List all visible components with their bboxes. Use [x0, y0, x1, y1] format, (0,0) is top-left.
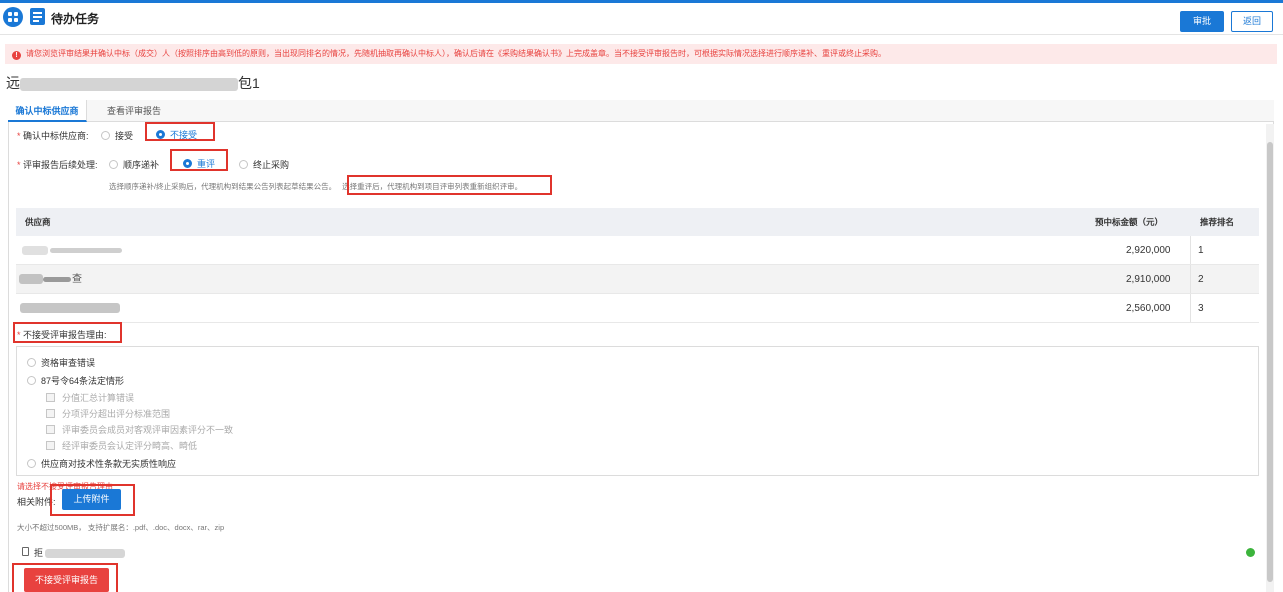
task-list-icon [30, 8, 45, 25]
confirm-supplier-field: * 确认中标供应商: [17, 129, 89, 142]
radio-icon [101, 131, 110, 140]
reason-check-out-of-range[interactable]: 分项评分超出评分标准范围 [46, 407, 170, 420]
radio-terminate[interactable]: 终止采购 [239, 158, 289, 171]
highlight-box [145, 122, 215, 141]
table-row[interactable]: 2,560,000 3 [16, 294, 1259, 323]
project-title-prefix: 远 [6, 75, 20, 91]
supplier-name [20, 294, 120, 323]
reason-label: 87号令64条法定情形 [41, 376, 125, 386]
project-title: 远 包1 [6, 73, 260, 93]
radio-accept-label: 接受 [115, 131, 134, 141]
reason-label: 分值汇总计算错误 [62, 393, 135, 403]
upload-success-icon [1246, 548, 1255, 557]
radio-accept[interactable]: 接受 [101, 129, 133, 142]
tab-review-report[interactable]: 查看评审报告 [107, 100, 161, 122]
back-button[interactable]: 返回 [1231, 11, 1273, 32]
reason-label: 评审委员会成员对客观评审因素评分不一致 [62, 425, 234, 435]
reason-label: 经评审委员会认定评分畸高、畸低 [62, 441, 198, 451]
warning-icon: ! [12, 51, 21, 60]
attachment-file[interactable]: 拒 [34, 546, 126, 559]
checkbox-icon [46, 409, 55, 418]
highlight-box [50, 484, 135, 516]
scrollbar-thumb[interactable] [1267, 142, 1273, 582]
radio-sequential-label: 顺序递补 [123, 160, 160, 170]
radio-sequential[interactable]: 顺序递补 [109, 158, 159, 171]
rank: 3 [1198, 303, 1204, 314]
checkbox-icon [46, 425, 55, 434]
followup-hint-1: 选择顺序递补/终止采购后，代理机构到结果公告列表起草结果公告。 [109, 182, 337, 191]
radio-icon [27, 459, 36, 468]
required-mark: * [17, 131, 21, 141]
rank: 2 [1198, 274, 1204, 285]
radio-icon [239, 160, 248, 169]
tab-confirm-supplier[interactable]: 确认中标供应商 [8, 100, 87, 122]
reason-label: 分项评分超出评分标准范围 [62, 409, 171, 419]
reason-label: 供应商对技术性条款无实质性响应 [41, 459, 177, 469]
bid-amount: 2,920,000 [1126, 245, 1171, 256]
redacted-project-name [20, 77, 238, 91]
table-header: 供应商 预中标金额（元） 推荐排名 [16, 208, 1259, 236]
checkbox-icon [46, 393, 55, 402]
highlight-box [170, 149, 228, 171]
column-header: 预中标金额（元） [1095, 217, 1164, 227]
checkbox-icon [46, 441, 55, 450]
alert-text: 请您浏览评审结果并确认中标（成交）人（按照排序由高到低的原则，当出现同排名的情况… [26, 49, 886, 58]
highlight-box [347, 175, 552, 195]
highlight-box [13, 322, 122, 343]
file-icon [22, 547, 29, 556]
reject-reason-group [16, 346, 1259, 476]
confirm-supplier-label: 确认中标供应商: [23, 131, 89, 141]
column-header: 推荐排名 [1200, 217, 1235, 227]
attachment-hint: 大小不超过500MB， 支持扩展名：.pdf、.doc、docx、rar、zip [17, 523, 225, 532]
radio-terminate-label: 终止采购 [253, 160, 290, 170]
radio-icon [109, 160, 118, 169]
radio-icon [27, 376, 36, 385]
table-row[interactable]: 2,920,000 1 [16, 236, 1259, 265]
tab-bar: 确认中标供应商 查看评审报告 [8, 100, 1274, 122]
highlight-box [12, 563, 118, 592]
followup-label: 评审报告后续处理: [23, 160, 98, 170]
reason-check-sum-error[interactable]: 分值汇总计算错误 [46, 391, 134, 404]
reason-option-order87[interactable]: 87号令64条法定情形 [27, 374, 124, 387]
column-header: 供应商 [25, 217, 51, 227]
table-row[interactable]: 查 2,910,000 2 [16, 265, 1259, 294]
followup-field: * 评审报告后续处理: [17, 158, 98, 171]
supplier-name [22, 236, 122, 265]
radio-icon [27, 358, 36, 367]
reason-option-no-response[interactable]: 供应商对技术性条款无实质性响应 [27, 457, 176, 470]
page-title: 待办任务 [51, 12, 100, 26]
reason-option-qualification[interactable]: 资格审查错误 [27, 356, 95, 369]
reason-label: 资格审查错误 [41, 358, 96, 368]
reason-check-inconsistent[interactable]: 评审委员会成员对客观评审因素评分不一致 [46, 423, 233, 436]
reason-check-abnormal-score[interactable]: 经评审委员会认定评分畸高、畸低 [46, 439, 197, 452]
file-name-prefix: 拒 [34, 548, 44, 558]
bid-amount: 2,560,000 [1126, 303, 1171, 314]
rank: 1 [1198, 245, 1204, 256]
approve-button[interactable]: 审批 [1180, 11, 1224, 32]
supplier-name: 查 [19, 265, 82, 294]
required-mark: * [17, 160, 21, 170]
info-alert: ! 请您浏览评审结果并确认中标（成交）人（按照排序由高到低的原则，当出现同排名的情… [5, 44, 1277, 64]
bid-amount: 2,910,000 [1126, 274, 1171, 285]
project-title-suffix: 包1 [238, 75, 260, 91]
apps-icon[interactable] [3, 7, 23, 27]
top-bar: 待办任务 审批 返回 [0, 0, 1283, 35]
